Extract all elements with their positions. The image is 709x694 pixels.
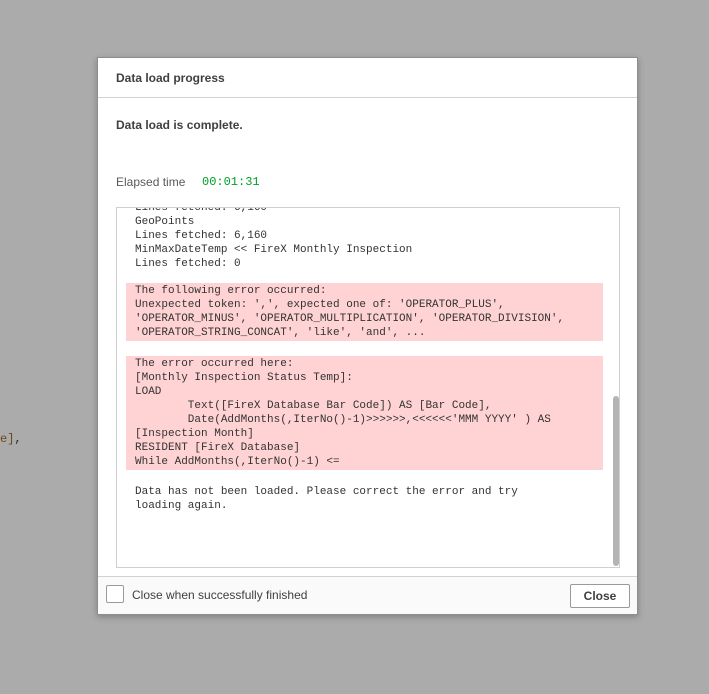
error-line: Text([FireX Database Bar Code]) AS [Bar … (135, 400, 492, 412)
log-line: Lines fetched: 6,160 (135, 230, 268, 242)
error-line: 'OPERATOR_STRING_CONCAT', 'like', 'and',… (135, 327, 426, 339)
load-log-panel[interactable]: Lines fetched: 6,160 GeoPoints Lines fet… (116, 207, 620, 568)
final-message-line: loading again. (135, 500, 228, 512)
log-lines-block: Lines fetched: 6,160 GeoPoints Lines fet… (126, 207, 603, 271)
error-line: 'OPERATOR_MINUS', 'OPERATOR_MULTIPLICATI… (135, 313, 565, 325)
error-message-block: The following error occurred: Unexpected… (126, 283, 603, 341)
background-code-snippet: e], (0, 432, 22, 446)
data-load-progress-dialog: Data load progress Data load is complete… (97, 57, 638, 615)
error-line: The following error occurred: (135, 285, 327, 297)
error-line: Unexpected token: ',', expected one of: … (135, 299, 505, 311)
log-line: MinMaxDateTemp << FireX Monthly Inspecti… (135, 244, 413, 256)
close-when-finished-label[interactable]: Close when successfully finished (132, 588, 307, 602)
error-line: The error occurred here: (135, 358, 294, 370)
elapsed-time-label: Elapsed time (116, 175, 186, 189)
log-line: Lines fetched: 6,160 (135, 207, 268, 214)
dialog-title: Data load progress (98, 58, 637, 98)
final-message-block: Data has not been loaded. Please correct… (126, 485, 603, 513)
error-line: [Monthly Inspection Status Temp]: (135, 372, 353, 384)
error-line: While AddMonths(,IterNo()-1) <= (135, 456, 340, 468)
error-location-block: The error occurred here: [Monthly Inspec… (126, 356, 603, 470)
dialog-footer: Close when successfully finished Close (98, 576, 637, 614)
close-button[interactable]: Close (570, 584, 630, 608)
final-message-line: Data has not been loaded. Please correct… (135, 486, 518, 498)
error-line: Date(AddMonths(,IterNo()-1)>>>>>>,<<<<<<… (135, 414, 551, 426)
error-line: LOAD (135, 386, 162, 398)
log-line: GeoPoints (135, 216, 195, 228)
log-line: Lines fetched: 0 (135, 258, 241, 270)
load-status-text: Data load is complete. (116, 118, 243, 132)
log-scrollbar[interactable] (613, 396, 619, 566)
error-line: [Inspection Month] (135, 428, 254, 440)
background-comma-text: , (14, 432, 22, 446)
elapsed-time-value: 00:01:31 (202, 175, 260, 189)
close-when-finished-checkbox[interactable] (106, 585, 124, 603)
error-line: RESIDENT [FireX Database] (135, 442, 301, 454)
load-log-content: Lines fetched: 6,160 GeoPoints Lines fet… (126, 207, 603, 525)
background-bracket-text: e] (0, 432, 15, 446)
